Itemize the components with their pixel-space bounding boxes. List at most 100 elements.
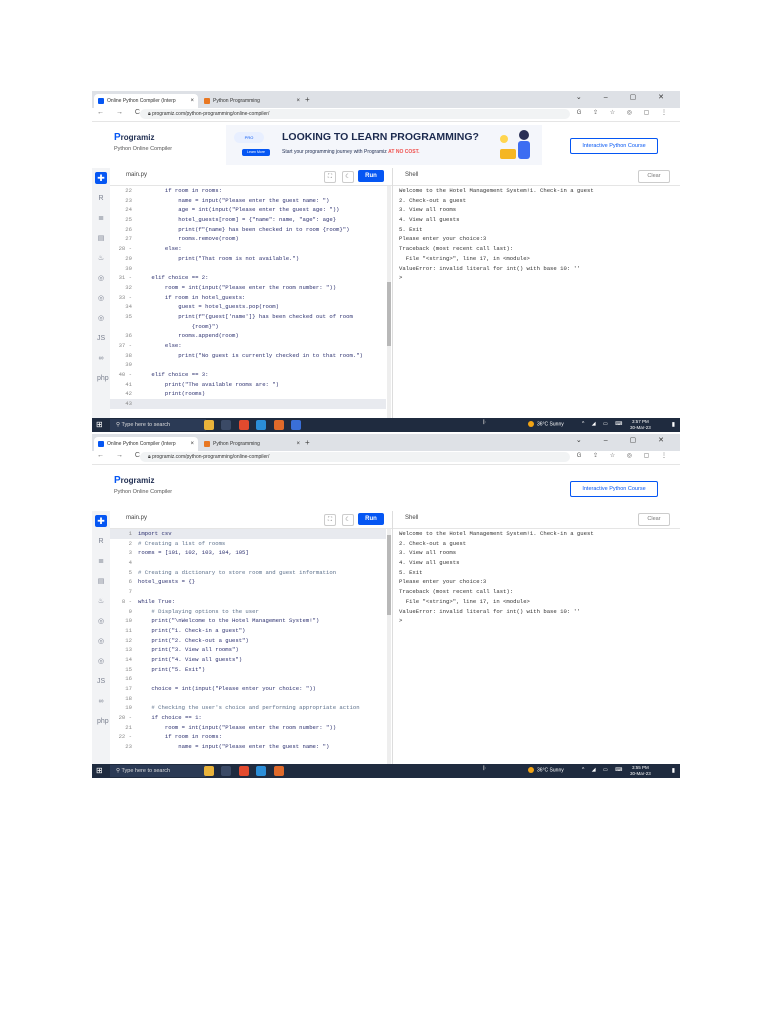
csharp-icon[interactable]: ◎ [97, 657, 105, 667]
run-button[interactable]: Run [358, 170, 384, 182]
code-line[interactable]: 13 print("3. View all rooms") [110, 645, 386, 655]
code-line[interactable]: 14 print("4. View all guests") [110, 655, 386, 665]
programiz-logo[interactable]: Programiz [114, 475, 154, 486]
cpp-icon[interactable]: ◎ [97, 294, 105, 304]
code-line[interactable]: 38 print("No guest is currently checked … [110, 351, 386, 361]
close-icon[interactable]: × [296, 94, 300, 108]
python-icon[interactable]: ✚ [95, 515, 107, 527]
url-field[interactable]: 🔒︎ programiz.com/python-programming/onli… [140, 109, 570, 119]
code-line[interactable]: 32 room = int(input("Please enter the ro… [110, 283, 386, 293]
code-line[interactable]: 40 - elif choice == 3: [110, 370, 386, 380]
nav-buttons[interactable]: ← → C [97, 109, 145, 116]
clock[interactable]: 3:57 PM 30-Mar-23 [630, 419, 651, 431]
code-line[interactable]: 11 print("1. Check-in a guest") [110, 626, 386, 636]
edge-icon[interactable] [256, 420, 267, 430]
editor-scrollbar[interactable] [387, 186, 391, 418]
scrollbar-thumb[interactable] [387, 282, 391, 346]
code-line[interactable]: 3 rooms = [101, 102, 103, 104, 105] [110, 548, 386, 558]
run-button[interactable]: Run [358, 513, 384, 525]
code-line[interactable]: 23 name = input("Please enter the guest … [110, 196, 386, 206]
code-line[interactable]: 19 # Checking the user's choice and perf… [110, 703, 386, 713]
widget-icon[interactable] [204, 420, 214, 430]
code-line[interactable]: 10 print("\nWelcome to the Hotel Managem… [110, 616, 386, 626]
js-icon[interactable]: JS [97, 677, 105, 687]
tab-python-programming[interactable]: Python Programming × [200, 94, 304, 108]
tab-python-programming[interactable]: Python Programming × [200, 437, 304, 451]
code-line[interactable]: 17 choice = int(input("Please enter your… [110, 684, 386, 694]
clear-button[interactable]: Clear [638, 513, 670, 526]
interactive-course-button[interactable]: Interactive Python Course [570, 138, 658, 154]
windows-icon[interactable]: ⊞ [96, 421, 103, 429]
code-line[interactable]: 9 # Displaying options to the user [110, 607, 386, 617]
code-line[interactable]: 21 room = int(input("Please enter the ro… [110, 723, 386, 733]
sql-icon[interactable]: ≣ [97, 214, 105, 224]
html-icon[interactable]: ▤ [97, 234, 105, 244]
tab-online-compiler[interactable]: Online Python Compiler (Interp × [94, 437, 198, 451]
code-line[interactable]: 22 - if room in rooms: [110, 732, 386, 742]
csharp-icon[interactable]: ◎ [97, 314, 105, 324]
code-line[interactable]: 31 - elif choice == 2: [110, 273, 386, 283]
sql-icon[interactable]: ≣ [97, 557, 105, 567]
code-line[interactable]: 33 - if room in hotel_guests: [110, 293, 386, 303]
firefox-icon[interactable] [273, 420, 284, 430]
weather-widget[interactable]: 36°C Sunny [528, 421, 564, 427]
chrome-icon[interactable] [238, 420, 249, 430]
c-lang-icon[interactable]: ◎ [97, 274, 105, 284]
windows-icon[interactable]: ⊞ [96, 767, 103, 775]
code-line[interactable]: 2 # Creating a list of rooms [110, 539, 386, 549]
taskbar-search[interactable]: ⚲ Type here to search [110, 765, 206, 777]
code-line[interactable]: 8 - while True: [110, 597, 386, 607]
weather-widget[interactable]: 36°C Sunny [528, 767, 564, 773]
notification-area-icon[interactable]: 𝄆 [483, 766, 486, 773]
code-area[interactable]: 1 import csv 2 # Creating a list of rooms 3 r… [110, 529, 386, 764]
window-controls[interactable]: ⌄ – ▢ ✕ [576, 436, 674, 444]
php-icon[interactable]: php [97, 717, 109, 727]
shell-output[interactable]: Welcome to the Hotel Management System!1… [399, 186, 674, 283]
theme-toggle-icon[interactable]: ☾ [342, 171, 354, 183]
close-icon[interactable]: × [190, 94, 194, 108]
code-line[interactable]: 7 [110, 587, 386, 597]
code-line[interactable]: 24 age = int(input("Please enter the gue… [110, 205, 386, 215]
python-icon[interactable]: ✚ [95, 172, 107, 184]
code-line[interactable]: 42 print(rooms) [110, 389, 386, 399]
code-line[interactable]: 1 import csv [110, 529, 386, 539]
code-line[interactable]: 6 hotel_guests = {} [110, 577, 386, 587]
go-icon[interactable]: ∞ [97, 697, 105, 707]
code-line[interactable]: 15 print("5. Exit") [110, 665, 386, 675]
task-view-icon[interactable] [221, 766, 232, 776]
code-line[interactable]: 39 [110, 360, 386, 370]
browser-toolbar-icons[interactable]: G ⇪ ☆ ◎ ▢ ⋮ [577, 452, 672, 459]
java-icon[interactable]: ♨ [97, 597, 105, 607]
code-line[interactable]: 35 print(f"{guest['name']} has been chec… [110, 312, 386, 322]
store-icon[interactable] [291, 420, 302, 430]
code-line[interactable]: 34 guest = hotel_guests.pop(room) [110, 302, 386, 312]
programiz-logo[interactable]: Programiz [114, 132, 154, 143]
js-icon[interactable]: JS [97, 334, 105, 344]
cpp-icon[interactable]: ◎ [97, 637, 105, 647]
tab-online-compiler[interactable]: Online Python Compiler (Interp × [94, 94, 198, 108]
ad-banner[interactable]: PRO Learn More LOOKING TO LEARN PROGRAMM… [226, 125, 542, 165]
notifications-icon[interactable]: ▮ [672, 767, 675, 774]
code-line[interactable]: 43 [110, 399, 386, 409]
code-line[interactable]: 22 if room in rooms: [110, 186, 386, 196]
firefox-icon[interactable] [273, 766, 284, 776]
code-line[interactable]: 20 - if choice == 1: [110, 713, 386, 723]
code-line[interactable]: {room}") [110, 322, 386, 332]
close-icon[interactable]: × [190, 437, 194, 451]
code-line[interactable]: 18 [110, 694, 386, 704]
code-line[interactable]: 37 - else: [110, 341, 386, 351]
window-controls[interactable]: ⌄ – ▢ ✕ [576, 93, 674, 101]
code-line[interactable]: 12 print("2. Check-out a guest") [110, 636, 386, 646]
chrome-icon[interactable] [238, 766, 249, 776]
r-lang-icon[interactable]: R [97, 194, 105, 204]
edge-icon[interactable] [256, 766, 267, 776]
code-line[interactable]: 26 print(f"{name} has been checked in to… [110, 225, 386, 235]
close-icon[interactable]: × [296, 437, 300, 451]
code-line[interactable]: 28 - else: [110, 244, 386, 254]
banner-button[interactable]: Learn More [242, 149, 270, 156]
new-tab-icon[interactable]: + [305, 437, 310, 449]
code-line[interactable]: 25 hotel_guests[room] = {"name": name, "… [110, 215, 386, 225]
code-line[interactable]: 16 [110, 674, 386, 684]
system-tray[interactable]: ^ ◢ ▭ ⌨ [582, 767, 625, 773]
clock[interactable]: 3:55 PM 30-Mar-23 [630, 765, 651, 777]
